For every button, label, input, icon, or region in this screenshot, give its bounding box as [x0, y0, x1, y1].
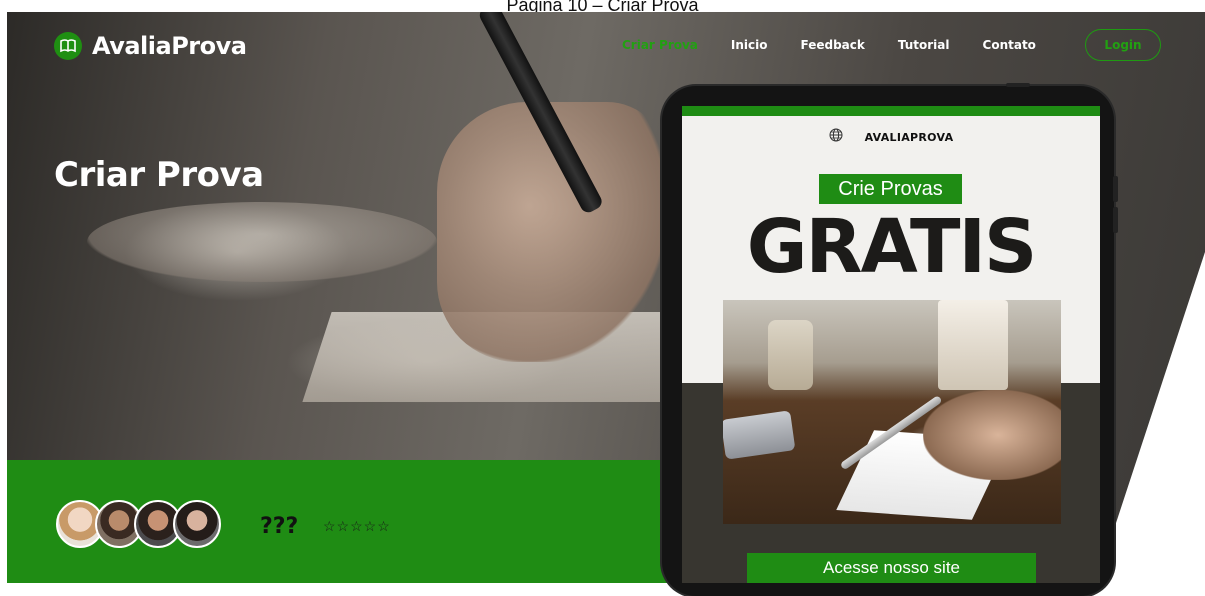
tablet-side-button	[1113, 176, 1118, 202]
login-button[interactable]: Login	[1085, 29, 1161, 61]
tablet-top-button	[1006, 83, 1030, 87]
site-logo[interactable]: AvaliaProva	[54, 32, 247, 60]
photo-hand	[923, 390, 1061, 480]
nav-inicio[interactable]: Inicio	[731, 38, 768, 52]
flyer-headline: GRATIS	[746, 204, 1038, 290]
nav-tutorial[interactable]: Tutorial	[898, 38, 950, 52]
avatar	[173, 500, 221, 548]
flyer-photo	[723, 300, 1061, 524]
open-book-icon	[54, 32, 82, 60]
photo-cup	[938, 300, 1008, 390]
promo-flyer: AVALIAPROVA Crie Provas GRATIS Acesse no…	[682, 106, 1100, 583]
nav-feedback[interactable]: Feedback	[801, 38, 865, 52]
flyer-top-bar	[682, 106, 1100, 116]
rating-value: ???	[260, 514, 299, 539]
flyer-brand-row: AVALIAPROVA	[682, 128, 1100, 147]
flyer-badge: Crie Provas	[819, 174, 962, 204]
nav-contato[interactable]: Contato	[983, 38, 1036, 52]
photo-phone	[723, 410, 796, 460]
logo-text: AvaliaProva	[92, 32, 247, 60]
page-title: Criar Prova	[54, 154, 264, 195]
photo-jar	[768, 320, 813, 390]
nav-criar-prova[interactable]: Criar Prova	[622, 38, 698, 52]
main-nav: Criar Prova Inicio Feedback Tutorial Con…	[622, 38, 1069, 52]
avatar-group	[56, 500, 221, 548]
coffee-cup-image	[87, 202, 437, 282]
flyer-brand: AVALIAPROVA	[864, 131, 954, 144]
flyer-cta[interactable]: Acesse nosso site	[747, 553, 1036, 583]
star-rating: ☆☆☆☆☆	[323, 518, 391, 534]
tablet-side-button	[1113, 207, 1118, 233]
globe-icon	[829, 128, 843, 147]
